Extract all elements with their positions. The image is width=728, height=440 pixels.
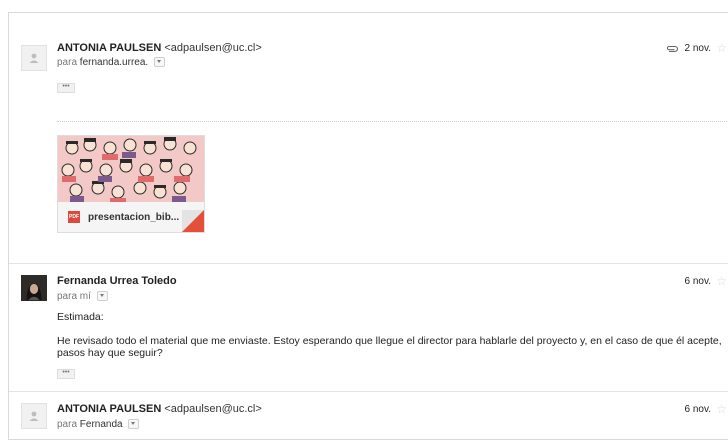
- illustration-image: [58, 136, 204, 202]
- sender-name: Fernanda Urrea Toledo: [57, 275, 177, 287]
- avatar: [21, 45, 47, 71]
- attachment-filename: presentacion_bib...: [88, 211, 180, 223]
- date-text: 2 nov.: [684, 43, 712, 54]
- show-trimmed-button[interactable]: •••: [57, 83, 75, 93]
- avatar: [21, 275, 47, 301]
- date-text: 6 nov.: [684, 404, 712, 415]
- message-2[interactable]: Fernanda Urrea Toledo para mí 6 nov. ☆ E…: [9, 263, 728, 391]
- to-prefix: para: [57, 419, 78, 430]
- attachment-card[interactable]: PDF presentacion_bib...: [57, 135, 205, 233]
- message-body-line-1: He revisado todo el material que me envi…: [57, 335, 722, 347]
- message-date: 6 nov.: [685, 276, 712, 287]
- details-dropdown[interactable]: [128, 419, 140, 430]
- star-icon[interactable]: ☆: [716, 274, 727, 288]
- attachment-divider: [57, 121, 728, 122]
- details-dropdown[interactable]: [96, 291, 108, 302]
- pdf-icon: PDF: [68, 211, 80, 223]
- sender-email: <adpaulsen@uc.cl>: [164, 403, 262, 415]
- to-name: Fernanda: [79, 419, 123, 430]
- message-1[interactable]: ANTONIA PAULSEN <adpaulsen@uc.cl> para f…: [9, 13, 728, 263]
- sender: Fernanda Urrea Toledo: [57, 275, 177, 287]
- to-name: mí: [79, 291, 91, 302]
- person-icon: [29, 411, 39, 421]
- attachment-thumbnail: [58, 136, 204, 202]
- star-icon[interactable]: ☆: [716, 402, 727, 416]
- sender-name: ANTONIA PAULSEN: [57, 403, 162, 415]
- show-trimmed-button[interactable]: •••: [57, 369, 75, 379]
- person-icon: [29, 53, 39, 63]
- recipients: para fernanda.urrea.: [57, 57, 165, 68]
- date-text: 6 nov.: [684, 276, 712, 287]
- sender: ANTONIA PAULSEN <adpaulsen@uc.cl>: [57, 42, 262, 54]
- to-prefix: para: [57, 57, 78, 68]
- sender-email: <adpaulsen@uc.cl>: [164, 42, 262, 54]
- avatar: [21, 403, 47, 429]
- details-dropdown[interactable]: [153, 57, 165, 68]
- to-name: fernanda.urrea.: [79, 57, 149, 68]
- message-date: 2 nov.: [665, 43, 712, 54]
- profile-photo: [22, 276, 46, 300]
- message-3[interactable]: ANTONIA PAULSEN <adpaulsen@uc.cl> para F…: [9, 391, 728, 439]
- message-body-line-2: pasos hay que seguir?: [57, 347, 163, 359]
- to-prefix: para: [57, 291, 78, 302]
- message-greeting: Estimada:: [57, 311, 104, 323]
- page-fold-accent: [182, 210, 204, 232]
- paperclip-icon: [666, 45, 678, 52]
- sender: ANTONIA PAULSEN <adpaulsen@uc.cl>: [57, 403, 262, 415]
- sender-name: ANTONIA PAULSEN: [57, 42, 162, 54]
- star-icon[interactable]: ☆: [716, 41, 727, 55]
- recipients: para mí: [57, 291, 108, 302]
- message-date: 6 nov.: [685, 404, 712, 415]
- recipients: para Fernanda: [57, 419, 140, 430]
- conversation-thread: ANTONIA PAULSEN <adpaulsen@uc.cl> para f…: [8, 12, 728, 440]
